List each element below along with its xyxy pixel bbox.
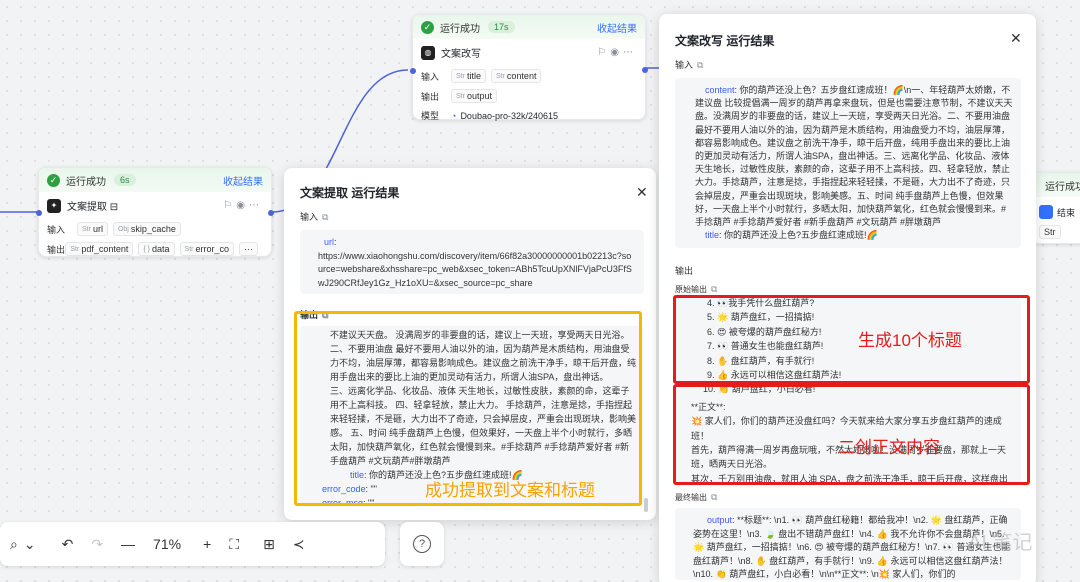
model-label: 模型 bbox=[421, 111, 440, 121]
duration-badge: 17s bbox=[488, 21, 515, 33]
node-text-rewrite[interactable]: ✓ 运行成功 17s 收起结果 ◍ 文案改写 ⚐◉⋯ 输入 Str title S… bbox=[410, 14, 648, 121]
node-tools-icon[interactable]: ⚐◉⋯ bbox=[223, 200, 263, 211]
final-output-label: 最终输出 ⧉ bbox=[675, 492, 718, 502]
pointer-mode-icon[interactable]: ⌕ bbox=[10, 536, 18, 553]
chevron-down-icon[interactable]: ⌄ bbox=[24, 536, 36, 553]
collapse-result-link[interactable]: 收起结果 bbox=[597, 20, 637, 35]
panel-title: 文案提取 运行结果 bbox=[300, 186, 400, 200]
output-label: 输出 bbox=[47, 244, 66, 255]
annotation-ten-titles: 生成10个标题 bbox=[858, 331, 962, 350]
node-title-row: 结束 bbox=[1031, 197, 1080, 222]
node-tools-icon[interactable]: ⚐◉⋯ bbox=[597, 47, 637, 58]
duration-badge: 6s bbox=[114, 174, 136, 186]
output-port[interactable] bbox=[642, 67, 648, 73]
close-icon[interactable]: ✕ bbox=[1010, 30, 1022, 47]
undo-icon[interactable]: ↶ bbox=[62, 536, 74, 553]
node-title-row: ✦ 文案提取 ⊟ ⚐◉⋯ bbox=[39, 192, 271, 219]
help-icon: ? bbox=[413, 535, 431, 553]
node-output-row: Str bbox=[1031, 222, 1080, 242]
input-port[interactable] bbox=[36, 210, 42, 216]
param-tag: Str pdf_content bbox=[65, 242, 134, 256]
end-icon bbox=[1039, 205, 1053, 219]
node-input-row: 输入 Str title Str content bbox=[413, 66, 645, 86]
input-label: 输入 bbox=[421, 71, 440, 82]
input-json-box: url: https://www.xiaohongshu.com/discove… bbox=[300, 230, 644, 294]
param-tag: Str url bbox=[77, 222, 108, 236]
param-tag: Str bbox=[1039, 225, 1061, 239]
annotation-rewrite-body: 二创正文内容 bbox=[838, 438, 940, 457]
success-check-icon: ✓ bbox=[47, 173, 60, 187]
success-check-icon: ✓ bbox=[421, 20, 434, 34]
param-tag: { } data bbox=[138, 242, 175, 256]
annotation-extract-success: 成功提取到文案和标题 bbox=[425, 481, 595, 500]
help-button[interactable]: ? bbox=[400, 522, 444, 566]
status-text: 运行成功 bbox=[1045, 181, 1080, 193]
watermark: AI 笔记 bbox=[968, 532, 1033, 554]
param-tag: Obj skip_cache bbox=[112, 222, 181, 236]
param-tag: Str output bbox=[451, 89, 497, 103]
status-text: 运行成功 bbox=[66, 176, 106, 188]
node-status-bar: 运行成功 bbox=[1031, 173, 1080, 197]
model-icon: ◔ bbox=[451, 110, 457, 121]
llm-icon: ◍ bbox=[421, 45, 435, 60]
zoom-in-icon[interactable]: + bbox=[203, 536, 211, 552]
node-text-extract[interactable]: ✓ 运行成功 6s 收起结果 ✦ 文案提取 ⊟ ⚐◉⋯ 输入 Str url Ob… bbox=[36, 167, 274, 259]
node-title-row: ◍ 文案改写 ⚐◉⋯ bbox=[413, 39, 645, 66]
output-port[interactable] bbox=[268, 210, 274, 216]
input-json-box: content: 你的葫芦还没上色？五步盘红速成班！🌈\n一、年轻葫芦太娇嫩，不… bbox=[675, 78, 1021, 248]
collapse-result-link[interactable]: 收起结果 bbox=[223, 173, 263, 188]
node-end[interactable]: 运行成功 结束 Str bbox=[1030, 172, 1080, 244]
param-tag: Str error_co bbox=[179, 242, 234, 256]
node-status-bar: ✓ 运行成功 17s 收起结果 bbox=[413, 15, 645, 39]
node-title: 文案提取 ⊟ bbox=[67, 202, 119, 213]
input-label: 输入 bbox=[47, 224, 66, 235]
copy-icon[interactable]: ⧉ bbox=[711, 492, 717, 502]
zoom-level: 71% bbox=[153, 536, 182, 552]
param-tag: Str content bbox=[490, 69, 542, 83]
model-name: Doubao-pro-32k/240615 bbox=[460, 110, 559, 121]
node-output-row: 输出 Str pdf_content { } data Str error_co ··… bbox=[39, 239, 271, 259]
copy-icon[interactable]: ⧉ bbox=[322, 212, 328, 222]
auto-layout-icon[interactable]: ⊞ bbox=[263, 536, 275, 553]
node-title: 文案改写 bbox=[441, 49, 481, 60]
node-input-row: 输入 Str url Obj skip_cache bbox=[39, 219, 271, 239]
node-output-row: 输出 Str output bbox=[413, 86, 645, 106]
highlight-box-red-titles bbox=[673, 295, 1030, 384]
output-label: 输出 bbox=[421, 91, 440, 102]
input-port[interactable] bbox=[410, 68, 416, 74]
output-section-label: 输出 bbox=[675, 266, 694, 276]
copy-icon[interactable]: ⧉ bbox=[697, 60, 703, 70]
node-model-row: 模型 ◔ Doubao-pro-32k/240615 bbox=[413, 106, 645, 125]
close-icon[interactable]: ✕ bbox=[636, 184, 648, 201]
panel-title: 文案改写 运行结果 bbox=[675, 34, 775, 48]
fit-view-icon[interactable]: ⛶ bbox=[229, 536, 239, 553]
canvas-toolbar: ⌕ ⌄ ↶ ↷ — 71% + ⛶ ⊞ ≺ bbox=[0, 522, 385, 566]
status-text: 运行成功 bbox=[440, 23, 480, 35]
more-params-button[interactable]: ··· bbox=[239, 242, 258, 256]
input-section-label: 输入 ⧉ bbox=[300, 212, 329, 222]
redo-icon[interactable]: ↷ bbox=[91, 536, 103, 553]
input-section-label: 输入 ⧉ bbox=[675, 60, 704, 70]
branch-icon[interactable]: ≺ bbox=[293, 536, 305, 553]
plugin-icon: ✦ bbox=[47, 198, 61, 213]
scrollbar[interactable] bbox=[644, 498, 648, 512]
node-status-bar: ✓ 运行成功 6s 收起结果 bbox=[39, 168, 271, 192]
zoom-out-icon[interactable]: — bbox=[121, 536, 135, 552]
node-title: 结束 bbox=[1057, 207, 1076, 218]
raw-output-label: 原始输出 ⧉ bbox=[675, 284, 718, 294]
copy-icon[interactable]: ⧉ bbox=[711, 284, 717, 294]
param-tag: Str title bbox=[451, 69, 486, 83]
